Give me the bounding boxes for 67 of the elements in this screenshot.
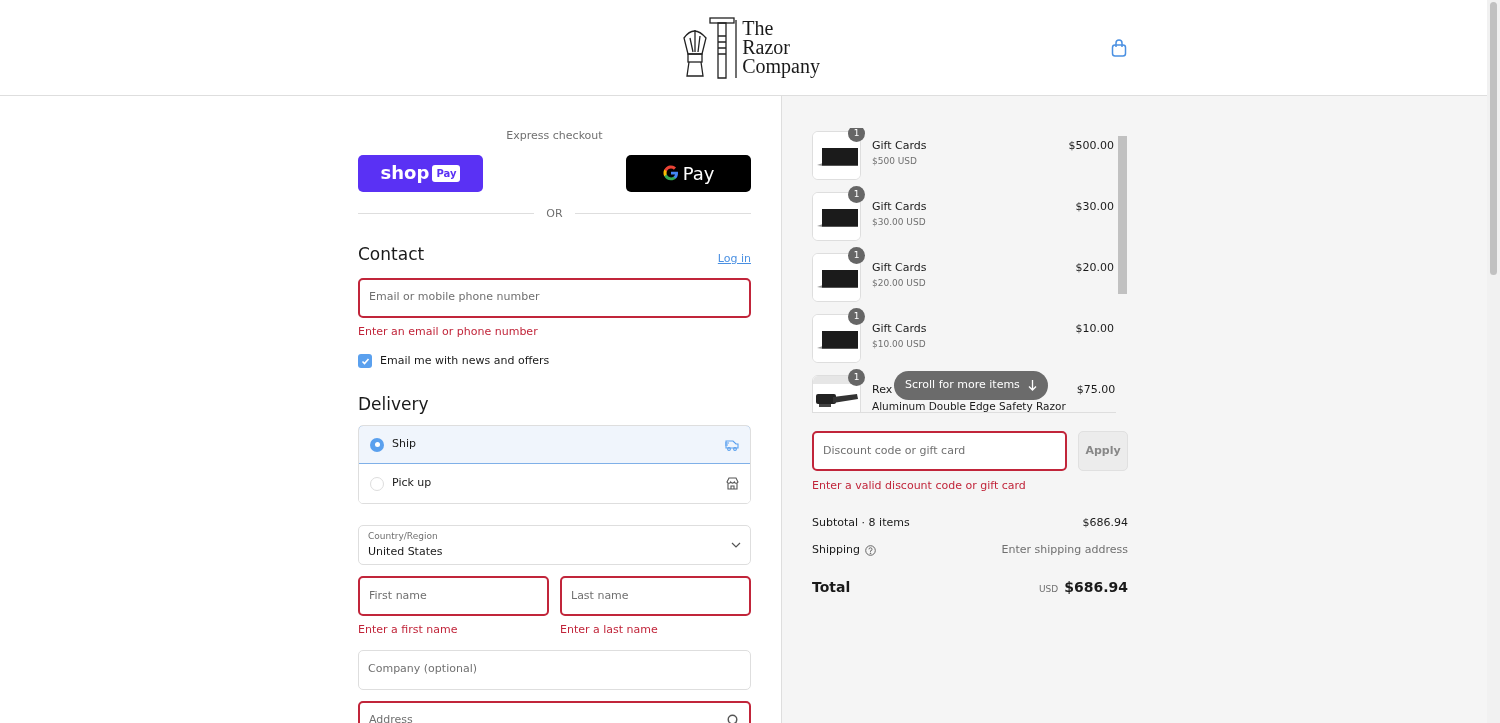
scroll-hint-pill: Scroll for more items [894, 371, 1048, 400]
radio-button[interactable] [370, 437, 384, 452]
section-label: Express checkout [505, 128, 604, 144]
section-heading: Contact [358, 243, 425, 266]
total-value: $686.94 [1064, 577, 1128, 597]
product-title: Gift Cards [872, 200, 927, 214]
product-price: $10.00 [1075, 321, 1114, 337]
product-price: $75.00 [1076, 382, 1116, 398]
country-select[interactable]: Country/Region United States [358, 525, 751, 565]
input-field[interactable]: Email or mobile phone number [358, 277, 751, 318]
arrow-down-icon [1027, 380, 1037, 391]
product-price: $20.00 [1075, 260, 1114, 276]
product-variant: $30.00 USD [872, 216, 927, 229]
input-field[interactable]: Company (optional) [358, 649, 751, 690]
divider-text: OR [546, 205, 563, 222]
product-variant: $10.00 USD [872, 338, 927, 351]
address-field[interactable]: Address [358, 700, 751, 723]
summary-label: Shipping [812, 542, 860, 558]
quantity-badge: 1 [848, 128, 865, 142]
logo[interactable]: The Razor Company [680, 15, 820, 80]
quantity-badge: 1 [848, 369, 865, 386]
currency-code: USD [1039, 582, 1059, 596]
product-title: Rex [872, 383, 893, 397]
total-label: Total [812, 577, 851, 597]
input-field[interactable]: Discount code or gift card [812, 431, 1067, 471]
summary-value: Enter shipping address [1001, 542, 1128, 558]
summary-label: Subtotal · 8 items [812, 514, 910, 531]
product-title: Gift Cards [872, 322, 927, 336]
logo-text: Razor [742, 38, 791, 57]
logo-text: The [742, 19, 775, 38]
input-field[interactable]: First name [358, 576, 549, 616]
error-message: Enter an email or phone number [358, 323, 539, 340]
shop-pay-button[interactable]: shop Pay [358, 154, 483, 192]
quantity-badge: 1 [848, 247, 865, 264]
store-icon [726, 477, 739, 490]
help-icon[interactable] [865, 544, 876, 556]
product-title: Gift Cards [872, 139, 927, 153]
google-pay-button[interactable]: Pay [626, 154, 751, 192]
error-message: Enter a last name [560, 622, 659, 638]
logo-text: Company [742, 57, 820, 76]
checkbox-label: Email me with news and offers [380, 353, 550, 369]
product-title: Aluminum Double Edge Safety Razor [872, 399, 1066, 413]
scrollbar-thumb[interactable] [1490, 2, 1497, 275]
shopping-bag-icon[interactable] [1111, 38, 1127, 57]
product-title: Gift Cards [872, 261, 927, 275]
brush-razor-icon [680, 15, 739, 80]
apply-button[interactable]: Apply [1078, 431, 1128, 471]
error-message: Enter a valid discount code or gift card [812, 478, 1027, 494]
error-message: Enter a first name [358, 622, 459, 638]
login-link[interactable]: Log in [717, 251, 751, 268]
input-field[interactable]: Last name [560, 576, 751, 616]
truck-icon [725, 438, 739, 451]
product-price: $500.00 [1068, 138, 1114, 154]
checkmark-icon [360, 356, 370, 366]
delivery-option[interactable]: Ship [359, 426, 750, 464]
product-variant: $20.00 USD [872, 277, 927, 290]
google-g-icon [662, 165, 679, 181]
quantity-badge: 1 [848, 308, 865, 325]
chevron-down-icon [731, 542, 741, 548]
product-variant: $500 USD [872, 155, 918, 168]
product-price: $30.00 [1075, 199, 1114, 215]
pay-badge: Pay [432, 164, 461, 182]
checkbox[interactable] [358, 354, 372, 369]
summary-value: $686.94 [1082, 514, 1128, 531]
section-heading: Delivery [358, 392, 430, 416]
quantity-badge: 1 [848, 186, 865, 203]
radio-button[interactable] [370, 476, 384, 491]
